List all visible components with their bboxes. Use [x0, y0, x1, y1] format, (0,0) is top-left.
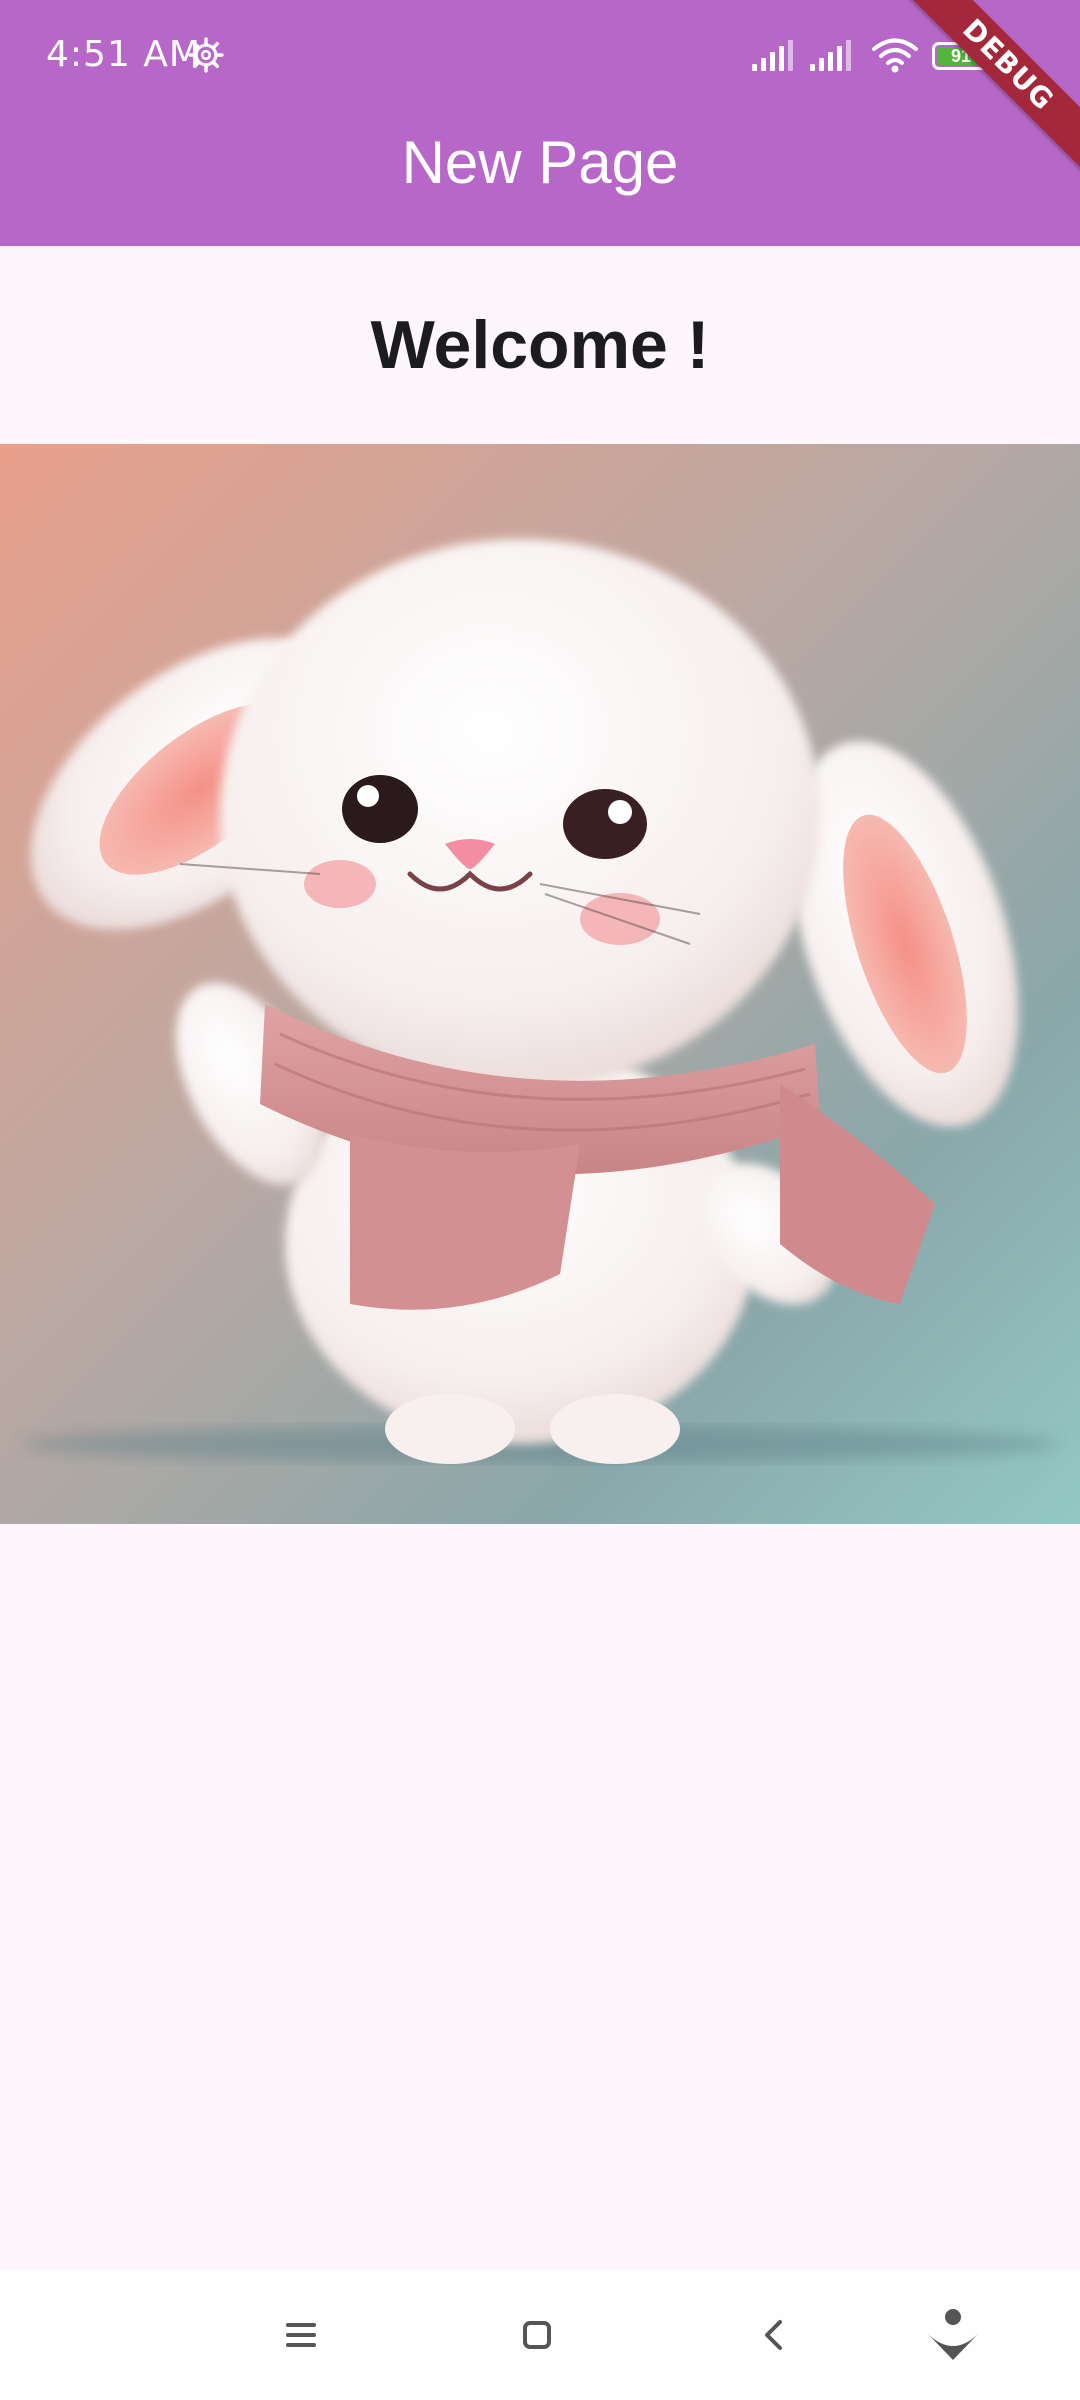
settings-gear-icon [188, 37, 224, 73]
status-bar: 4:51 AM 91 [0, 0, 1080, 112]
system-nav-bar [0, 2270, 1080, 2400]
signal-icon [752, 40, 793, 71]
bunny-image [0, 444, 1080, 1524]
status-time: 4:51 AM [46, 34, 201, 75]
menu-icon[interactable] [266, 2300, 336, 2370]
signal-icon [810, 40, 851, 71]
home-icon[interactable] [502, 2300, 572, 2370]
assistant-icon[interactable] [918, 2300, 988, 2370]
bunny-illustration [0, 444, 1080, 1524]
wifi-icon [872, 38, 918, 73]
page-title: New Page [401, 129, 679, 196]
back-icon[interactable] [740, 2300, 810, 2370]
screen: 4:51 AM 91 New Page DEBUG Welcome ! [0, 0, 1080, 2400]
app-bar: 4:51 AM 91 New Page [0, 0, 1080, 246]
welcome-heading: Welcome ! [370, 307, 710, 383]
